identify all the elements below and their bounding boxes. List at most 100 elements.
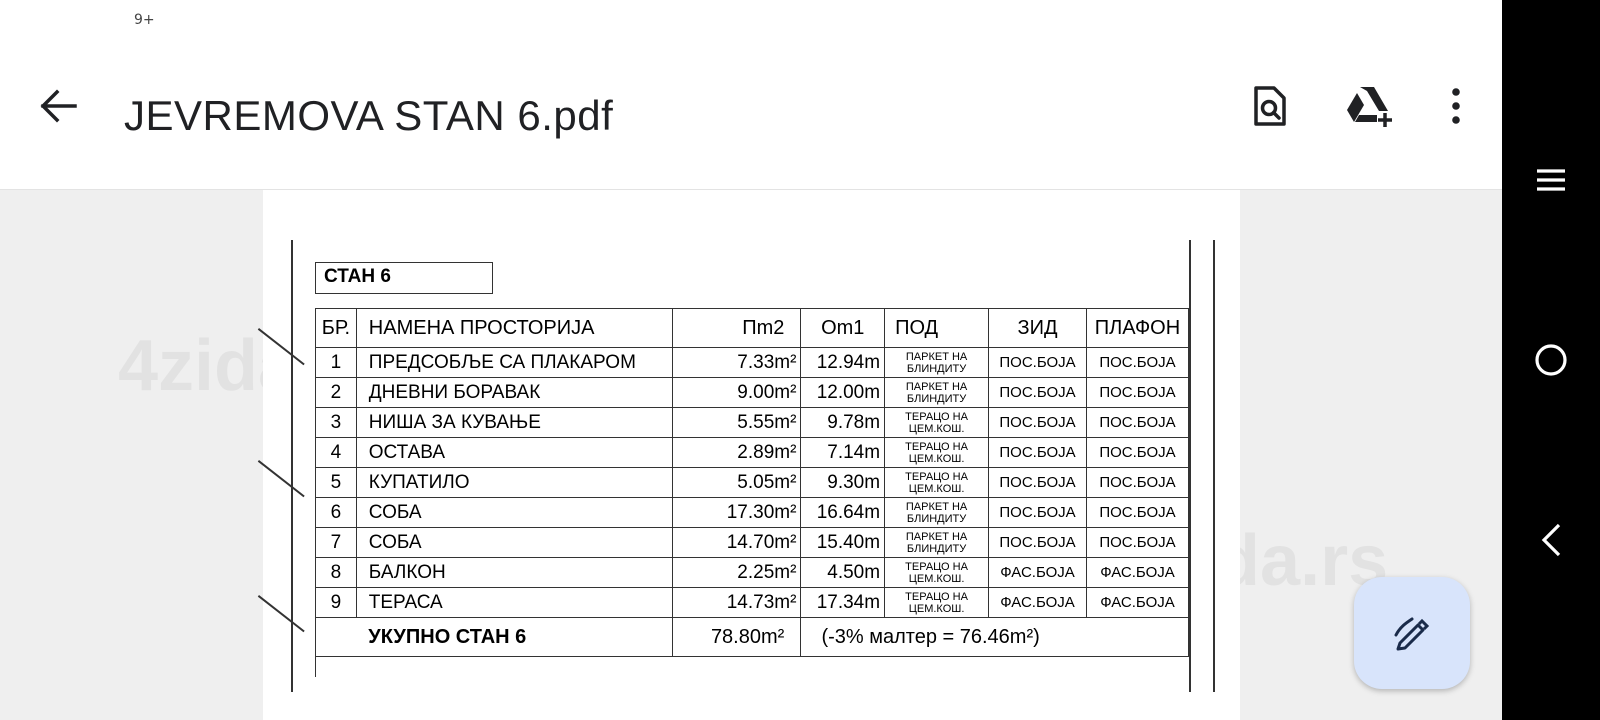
cell-area: 2.25m² (671, 557, 802, 588)
page-border-right (1189, 240, 1191, 692)
cell-floor: ТЕРАЦО НА ЦЕМ.КОШ. (884, 557, 990, 588)
col-header-floor: ПОД (884, 308, 990, 348)
total-label: УКУПНО СТАН 6 (356, 617, 673, 657)
cell-perimeter: 4.50m (800, 557, 886, 588)
drawing-line (257, 460, 305, 498)
floor-line-2: БЛИНДИТУ (906, 392, 967, 405)
cell-floor: ТЕРАЦО НА ЦЕМ.КОШ. (884, 407, 990, 438)
document-title: JEVREMOVA STAN 6.pdf (124, 92, 614, 139)
cell-room-name: СОБА (355, 527, 673, 558)
floor-line-1: ТЕРАЦО НА (905, 410, 968, 423)
nav-back-button[interactable] (1526, 515, 1576, 565)
cell-wall: ПОС.БОЈА (988, 377, 1087, 408)
cell-area: 5.05m² (671, 467, 802, 498)
status-bar: 9+ (0, 0, 1502, 40)
cell-no: 9 (315, 587, 357, 618)
table-row: 4 ОСТАВА 2.89m² 7.14m ТЕРАЦО НА ЦЕМ.КОШ. ПОС.Б… (315, 437, 1190, 468)
cell-room-name: БАЛКОН (355, 557, 673, 588)
cell-area: 17.30m² (671, 497, 802, 528)
col-header-no: БР. (315, 308, 357, 348)
cell-perimeter: 12.94m (800, 347, 886, 378)
menu-icon (1537, 169, 1565, 191)
nav-menu-button[interactable] (1526, 155, 1576, 205)
cell-floor: ТЕРАЦО НА ЦЕМ.КОШ. (884, 467, 990, 498)
table-row: 5 КУПАТИЛО 5.05m² 9.30m ТЕРАЦО НА ЦЕМ.КОШ. ПОС… (315, 467, 1190, 498)
total-area: 78.80m² (671, 617, 802, 657)
more-vert-icon (1452, 88, 1460, 124)
cell-room-name: ДНЕВНИ БОРАВАК (355, 377, 673, 408)
table-row: 9 ТЕРАСА 14.73m² 17.34m ТЕРАЦО НА ЦЕМ.КОШ. ФАС… (315, 587, 1190, 618)
floor-line-2: ЦЕМ.КОШ. (908, 482, 965, 495)
cell-ceiling: ПОС.БОЈА (1085, 467, 1190, 498)
back-button[interactable] (28, 76, 88, 136)
add-to-drive-button[interactable] (1340, 76, 1400, 136)
cell-area: 14.73m² (671, 587, 802, 618)
cell-ceiling: ПОС.БОЈА (1085, 527, 1190, 558)
cell-perimeter: 16.64m (800, 497, 886, 528)
cell-floor: ПАРКЕТ НА БЛИНДИТУ (884, 347, 990, 378)
cell-no: 5 (315, 467, 357, 498)
cell-room-name: ПРЕДСОБЉЕ СА ПЛАКАРОМ (355, 347, 673, 378)
cell-floor: ТЕРАЦО НА ЦЕМ.КОШ. (884, 587, 990, 618)
floor-line-1: ТЕРАЦО НА (905, 440, 968, 453)
cell-ceiling: ПОС.БОЈА (1085, 437, 1190, 468)
cell-perimeter: 7.14m (800, 437, 886, 468)
cell-wall: ПОС.БОЈА (988, 437, 1087, 468)
cell-area: 2.89m² (671, 437, 802, 468)
page-border-right-outer (1213, 240, 1215, 692)
floor-line-2: ЦЕМ.КОШ. (908, 452, 965, 465)
find-in-document-button[interactable] (1240, 76, 1300, 136)
total-note: (-3% малтер = 76.46m²) (800, 617, 1189, 657)
floor-line-1: ПАРКЕТ НА (905, 530, 968, 543)
cell-floor: ПАРКЕТ НА БЛИНДИТУ (884, 497, 990, 528)
pdf-viewer[interactable]: 4zida.rs 4zida.rs СТАН 6 БР. НАМЕНА ПРОС… (0, 190, 1502, 720)
annotate-fab[interactable] (1354, 577, 1470, 689)
cell-wall: ПОС.БОЈА (988, 407, 1087, 438)
table-row: 2 ДНЕВНИ БОРАВАК 9.00m² 12.00m ПАРКЕТ НА БЛИН… (315, 377, 1190, 408)
cell-room-name: ТЕРАСА (355, 587, 673, 618)
cell-perimeter: 9.78m (800, 407, 886, 438)
cell-no: 8 (315, 557, 357, 588)
cell-area: 14.70m² (671, 527, 802, 558)
unit-title: СТАН 6 (315, 262, 493, 294)
cell-ceiling: ПОС.БОЈА (1085, 497, 1190, 528)
table-row: 8 БАЛКОН 2.25m² 4.50m ТЕРАЦО НА ЦЕМ.КОШ. ФАС.Б… (315, 557, 1190, 588)
pdf-page: СТАН 6 БР. НАМЕНА ПРОСТОРИЈА Пm2 Оm1 ПОД… (257, 190, 1240, 720)
find-in-document-icon (1254, 86, 1286, 126)
cell-floor: ПАРКЕТ НА БЛИНДИТУ (884, 377, 990, 408)
floor-line-1: ПАРКЕТ НА (905, 500, 968, 513)
floor-line-1: ТЕРАЦО НА (905, 470, 968, 483)
more-options-button[interactable] (1426, 76, 1486, 136)
cell-ceiling: ПОС.БОЈА (1085, 347, 1190, 378)
cell-room-name: ОСТАВА (355, 437, 673, 468)
cell-no: 3 (315, 407, 357, 438)
cell-room-name: СОБА (355, 497, 673, 528)
cell-room-name: КУПАТИЛО (355, 467, 673, 498)
cell-floor: ТЕРАЦО НА ЦЕМ.КОШ. (884, 437, 990, 468)
cell-area: 5.55m² (671, 407, 802, 438)
cell-perimeter: 17.34m (800, 587, 886, 618)
home-icon (1535, 344, 1567, 376)
total-row: УКУПНО СТАН 6 78.80m² (-3% малтер = 76.46m… (315, 617, 1189, 657)
cell-wall: ПОС.БОЈА (988, 467, 1087, 498)
cell-no: 7 (315, 527, 357, 558)
cell-no: 6 (315, 497, 357, 528)
nav-home-button[interactable] (1526, 335, 1576, 385)
table-row: 7 СОБА 14.70m² 15.40m ПАРКЕТ НА БЛИНДИТУ ПОС.Б… (315, 527, 1190, 558)
cell-perimeter: 9.30m (800, 467, 886, 498)
floor-line-1: ТЕРАЦО НА (905, 560, 968, 573)
col-header-ceiling: ПЛАФОН (1085, 308, 1190, 348)
cell-perimeter: 12.00m (800, 377, 886, 408)
floor-line-2: БЛИНДИТУ (906, 512, 967, 525)
back-icon (1541, 523, 1561, 557)
cell-floor: ПАРКЕТ НА БЛИНДИТУ (884, 527, 990, 558)
cell-wall: ПОС.БОЈА (988, 497, 1087, 528)
cell-no: 4 (315, 437, 357, 468)
floor-line-2: ЦЕМ.КОШ. (908, 422, 965, 435)
floor-line-2: ЦЕМ.КОШ. (908, 572, 965, 585)
drawing-line (257, 595, 305, 633)
cell-area: 7.33m² (671, 347, 802, 378)
drawing-line (257, 328, 305, 366)
notification-count-badge: 9+ (134, 12, 155, 28)
cell-ceiling: ФАС.БОЈА (1085, 557, 1190, 588)
